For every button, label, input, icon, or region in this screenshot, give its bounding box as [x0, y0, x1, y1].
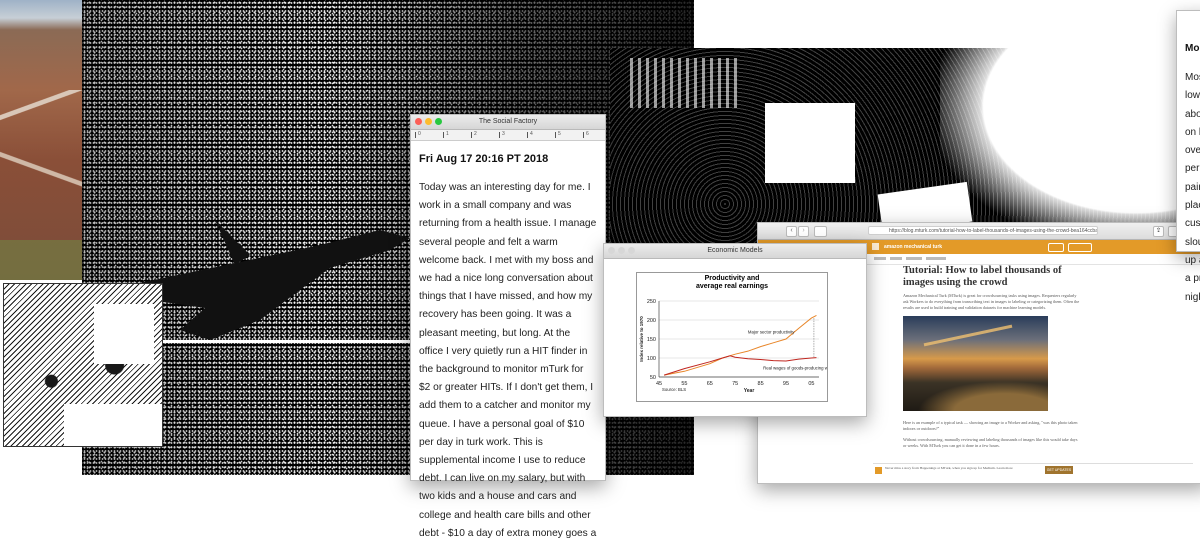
x-tick-label: 05 — [808, 381, 814, 387]
brand-logo[interactable]: amazon mechanical turk — [884, 242, 942, 252]
nav-link[interactable] — [906, 257, 922, 260]
text-line: Mos — [1185, 72, 1200, 83]
window-title: Economic Models — [707, 247, 763, 254]
x-tick-label: 85 — [758, 381, 764, 387]
share-icon[interactable]: ⇪ — [1153, 226, 1164, 237]
right-doc-heading: Mo — [1185, 43, 1200, 54]
ruler-number: 1 — [446, 131, 449, 137]
textedit-window: The Social Factory 0 1 2 3 4 5 6 Fri Aug… — [410, 114, 606, 539]
textedit-titlebar[interactable]: The Social Factory — [411, 115, 605, 130]
y-tick-label: 150 — [647, 337, 656, 343]
jet-silhouette — [120, 190, 420, 350]
blank-area — [694, 0, 1200, 50]
ruler-number: 5 — [558, 131, 561, 137]
nav-link[interactable] — [890, 257, 902, 260]
ruler-number: 2 — [474, 131, 477, 137]
chart-panel: Productivity and average real earnings 5… — [636, 272, 828, 402]
forward-button[interactable]: › — [798, 226, 809, 237]
x-axis-label: Year — [744, 388, 755, 394]
image-caption: Here is an example of a typical task — s… — [903, 420, 1078, 431]
y-tick-label: 100 — [647, 356, 656, 362]
article-paragraph: Without crowdsourcing, manually reviewin… — [903, 437, 1078, 448]
nav-link[interactable] — [874, 257, 886, 260]
ruler-number: 0 — [418, 131, 421, 137]
text-line: peri — [1185, 163, 1200, 175]
text-line: on l — [1185, 126, 1200, 138]
get-updates-button[interactable]: GET UPDATES — [1045, 466, 1073, 474]
chart-title-line1: Productivity and — [704, 275, 760, 282]
right-document-window: Mo Mos low abo on l ove peri pair plac c… — [1176, 10, 1200, 303]
ruler-number: 4 — [530, 131, 533, 137]
signup-footer: Never miss a story from Happenings at MT… — [873, 463, 1193, 478]
article-title: Tutorial: How to label thousands of imag… — [903, 265, 1062, 288]
annotation-productivity: Major sector productivity — [748, 329, 795, 334]
economic-models-window: Economic Models Productivity and average… — [603, 243, 867, 417]
ruler-number: 3 — [502, 131, 505, 137]
text-line: ove — [1185, 145, 1200, 157]
desk-photo — [610, 48, 1185, 243]
text-line: plac — [1185, 200, 1200, 212]
econ-titlebar[interactable]: Economic Models — [604, 244, 866, 259]
chart-source: Source: BLS — [662, 387, 686, 392]
signin-button[interactable] — [1048, 243, 1064, 252]
browser-toolbar: ‹ › https://blog.mturk.com/tutorial-how-… — [758, 223, 1200, 240]
nav-link[interactable] — [926, 257, 946, 260]
landscape-photo — [0, 0, 85, 280]
text-line: cus — [1185, 218, 1200, 230]
sidebar-icon[interactable] — [814, 226, 827, 237]
get-started-button[interactable] — [1068, 243, 1092, 252]
article-hero-image — [903, 316, 1048, 411]
chart-title-line2: average real earnings — [696, 283, 768, 290]
article-intro: Amazon Mechanical Turk (MTurk) is great … — [903, 293, 1080, 310]
x-tick-label: 65 — [707, 381, 713, 387]
window-title: The Social Factory — [478, 118, 538, 125]
text-line: abo — [1185, 108, 1200, 120]
text-line: nigh — [1185, 291, 1200, 303]
medium-logo-icon — [875, 467, 882, 474]
url-bar[interactable]: https://blog.mturk.com/tutorial-how-to-l… — [868, 226, 1098, 235]
menu-icon[interactable] — [872, 243, 879, 250]
text-line: slou — [1185, 236, 1200, 248]
y-tick-label: 200 — [647, 318, 656, 324]
y-axis-label: Index relative to 1970 — [639, 316, 644, 362]
x-tick-label: 95 — [783, 381, 789, 387]
x-tick-label: 75 — [732, 381, 738, 387]
ruler[interactable]: 0 1 2 3 4 5 6 — [411, 130, 605, 141]
bw-photo-small — [3, 283, 163, 447]
back-button[interactable]: ‹ — [786, 226, 797, 237]
document-body[interactable]: Today was an interesting day for me. I w… — [419, 179, 597, 543]
y-tick-label: 250 — [647, 299, 656, 305]
right-doc-text: Mos low abo on l ove peri pair plac cus … — [1185, 69, 1200, 307]
productivity-chart: 5010015020025045 55 65 75 85 95 05YearIndex re… — [639, 299, 827, 394]
text-line: up a — [1185, 254, 1200, 266]
ruler-number: 6 — [586, 131, 589, 137]
horizon-line — [160, 340, 410, 343]
document-date: Fri Aug 17 20:16 PT 2018 — [419, 153, 549, 165]
footer-text: Never miss a story from Happenings at MT… — [885, 466, 1013, 470]
annotation-wages: Real wages of goods-producing workers — [763, 365, 827, 370]
text-line: a pr — [1185, 273, 1200, 285]
text-line: low — [1185, 90, 1200, 102]
text-line: pair — [1185, 181, 1200, 193]
